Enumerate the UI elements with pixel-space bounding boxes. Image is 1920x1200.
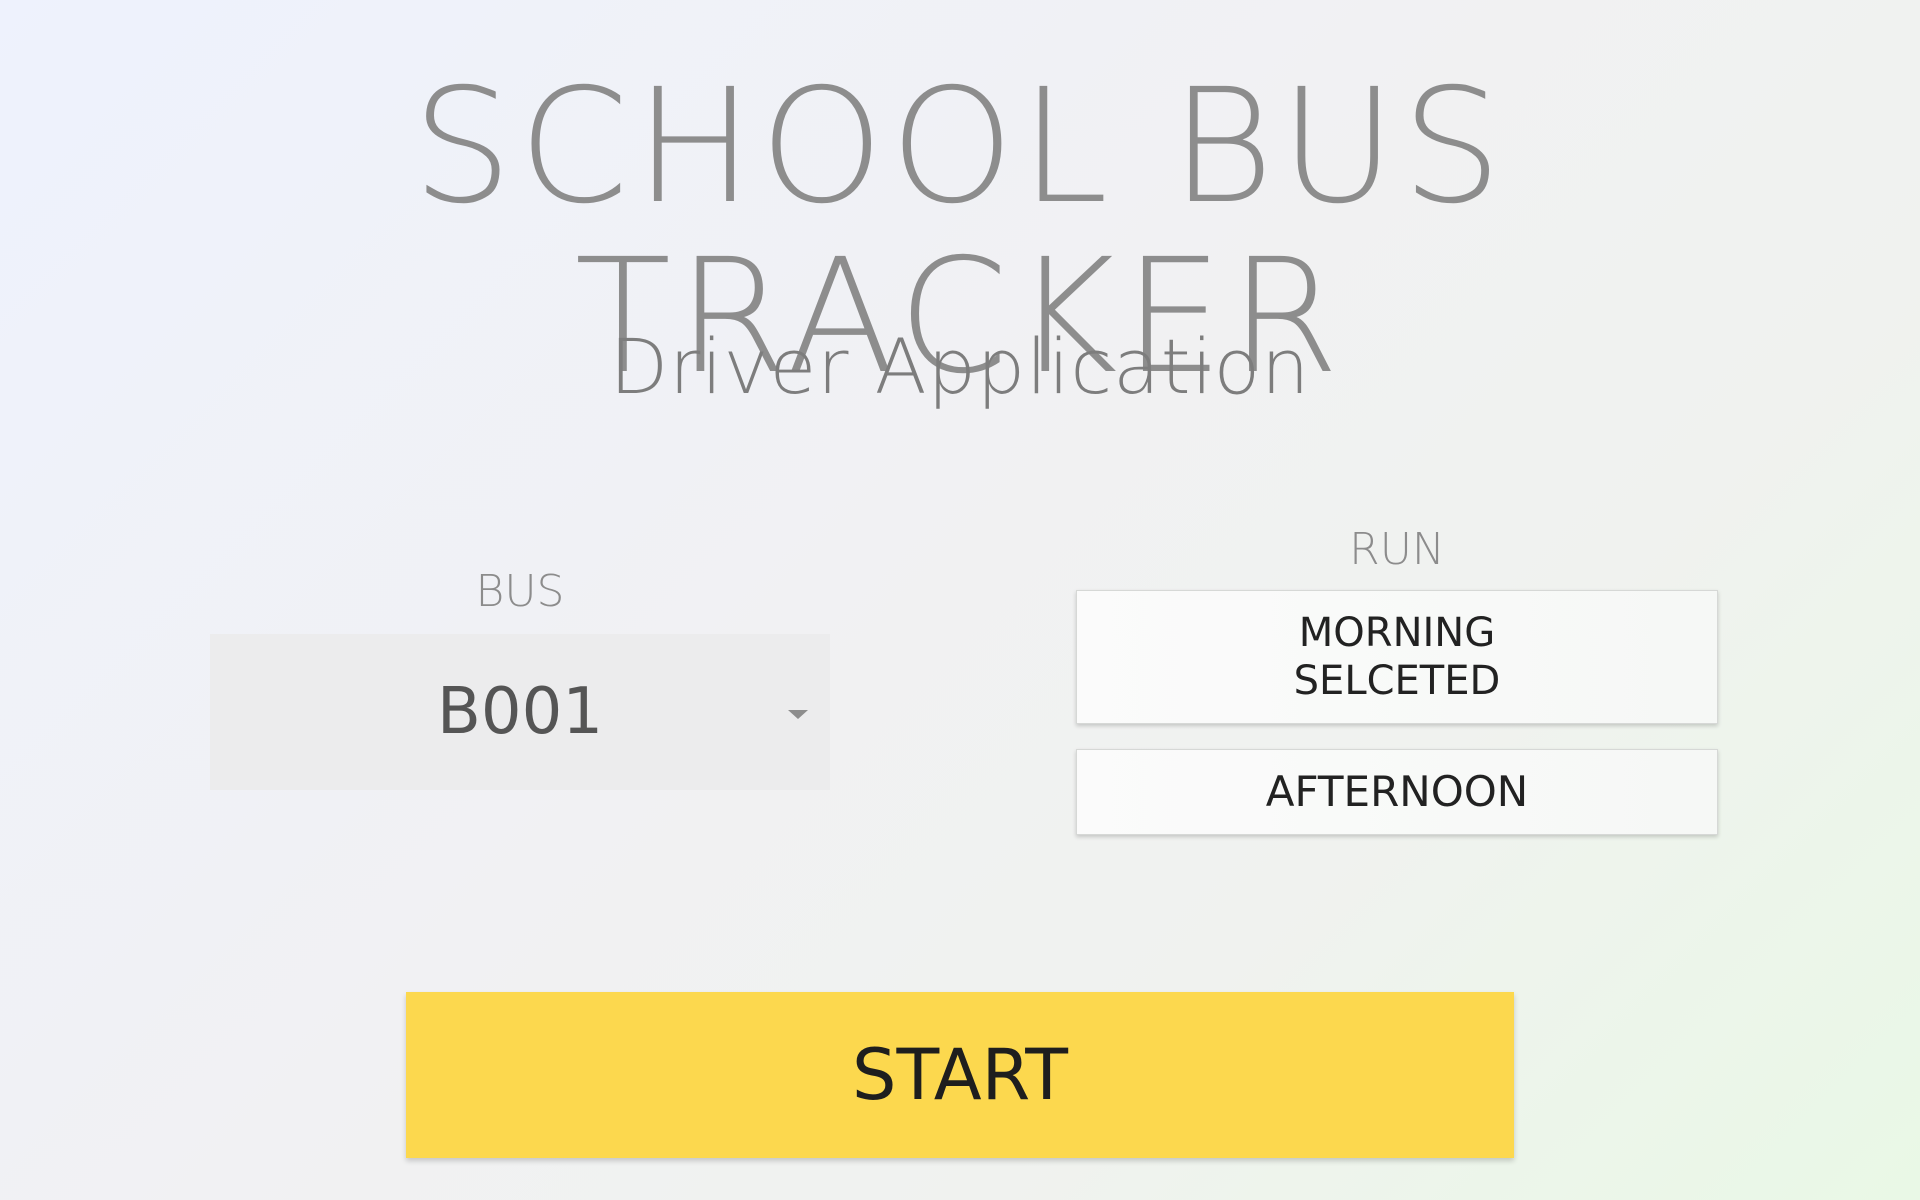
- start-button[interactable]: START: [406, 992, 1514, 1158]
- run-afternoon-label: AFTERNOON: [1265, 767, 1529, 816]
- run-morning-label: MORNING: [1298, 610, 1496, 656]
- run-afternoon-button[interactable]: AFTERNOON: [1076, 749, 1718, 835]
- run-morning-button[interactable]: MORNING SELCETED: [1076, 590, 1718, 724]
- run-morning-status: SELCETED: [1293, 658, 1501, 704]
- bus-select-value: B001: [436, 675, 604, 749]
- run-label: RUN: [1349, 524, 1445, 575]
- bus-label: BUS: [475, 566, 565, 617]
- bus-select[interactable]: B001: [210, 634, 830, 790]
- caret-down-icon: [788, 710, 808, 719]
- driver-app: SCHOOL BUS TRACKER Driver Application BU…: [0, 0, 1920, 1200]
- app-subtitle: Driver Application: [609, 322, 1311, 411]
